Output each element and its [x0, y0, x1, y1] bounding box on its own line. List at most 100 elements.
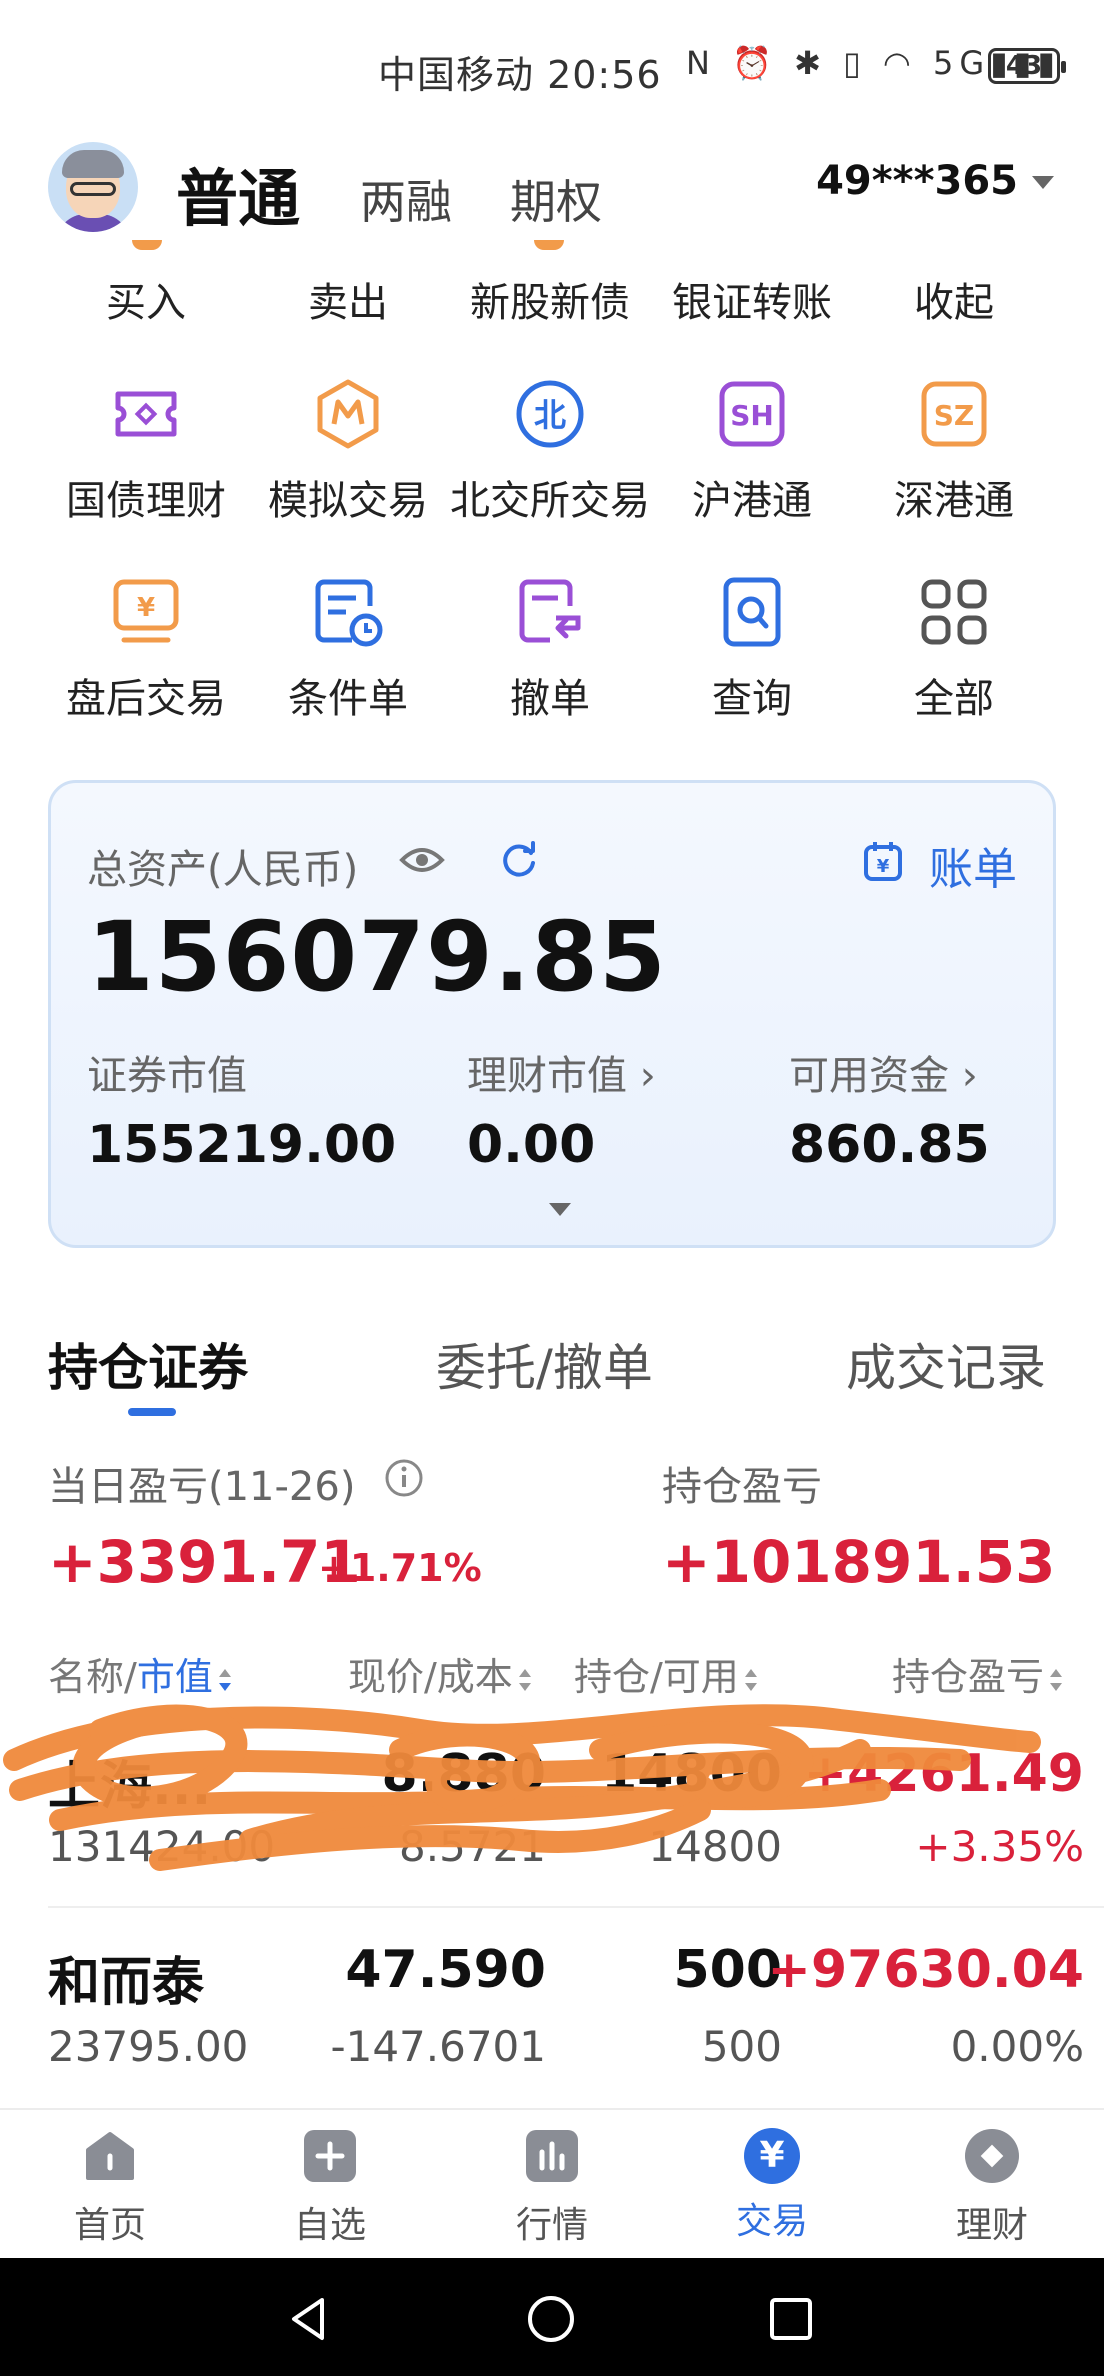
nav-trade-label: 交易	[735, 2201, 808, 2242]
row-available: 14800	[648, 1822, 782, 1871]
nav-watchlist[interactable]: 自选	[250, 2128, 410, 2248]
col-qty-available[interactable]: 持仓/可用	[574, 1646, 757, 1701]
svg-text:北: 北	[534, 396, 566, 434]
asset-card: 总资产(人民币) ¥ 账单 156079.85 证券市值 155219.00 理…	[48, 780, 1056, 1248]
yen-screen-icon: ¥	[113, 579, 179, 643]
wealth-value: 0.00	[467, 1115, 596, 1175]
col-price-cost[interactable]: 现价/成本	[348, 1646, 531, 1701]
nav-trade[interactable]: ¥ 交易	[692, 2128, 852, 2244]
holding-pnl-value: +101891.53	[662, 1528, 1056, 1596]
recents-icon[interactable]	[768, 2296, 814, 2342]
bill-link[interactable]: 账单	[929, 833, 1017, 897]
tab-trades[interactable]: 成交记录	[846, 1328, 1046, 1400]
refresh-icon[interactable]	[499, 839, 539, 879]
btn-bse-label: 北交所交易	[450, 478, 650, 524]
row-price: 47.590	[345, 1940, 546, 2000]
svg-text:SH: SH	[730, 399, 774, 432]
nav-home[interactable]: 首页	[30, 2128, 190, 2248]
nav-wealth[interactable]: 理财	[912, 2128, 1072, 2248]
row-qty: 500	[673, 1940, 782, 2000]
nav-market[interactable]: 行情	[472, 2128, 632, 2248]
svg-text:¥: ¥	[137, 593, 155, 623]
eye-icon[interactable]	[399, 843, 445, 877]
btn-sh-connect[interactable]: SH 沪港通	[652, 378, 852, 524]
btn-sz-connect[interactable]: SZ 深港通	[854, 378, 1054, 524]
btn-simulated-label: 模拟交易	[268, 478, 428, 524]
row-market-value: 131424.00	[48, 1822, 276, 1871]
expand-caret-icon[interactable]	[549, 1203, 571, 1216]
row-qty: 14800	[601, 1744, 782, 1804]
btn-all[interactable]: 全部	[854, 576, 1054, 722]
row-pnl: +4261.49	[803, 1744, 1084, 1804]
row-divider	[48, 1906, 1104, 1908]
total-asset-label: 总资产(人民币)	[87, 847, 359, 893]
bse-icon: 北	[516, 380, 584, 448]
daily-pnl-percent: +1.71%	[318, 1546, 482, 1590]
tab-holdings[interactable]: 持仓证券	[48, 1328, 248, 1400]
daily-pnl-value: +3391.71	[48, 1528, 361, 1596]
sort-icon	[1050, 1668, 1063, 1691]
avatar[interactable]	[48, 142, 138, 232]
row-pnl-percent: 0.00%	[950, 2022, 1084, 2071]
cash-available-label[interactable]: 可用资金 ›	[789, 1043, 978, 1101]
total-asset-value: 156079.85	[87, 901, 667, 1013]
bottom-nav: 首页 自选 行情 ¥ 交易 理财	[0, 2108, 1104, 2258]
back-icon[interactable]	[284, 2294, 334, 2344]
quick-ipo[interactable]: 新股新债	[450, 270, 650, 328]
col-holding-pnl[interactable]: 持仓盈亏	[892, 1646, 1063, 1701]
tab-indicator	[128, 1408, 176, 1416]
tab-normal[interactable]: 普通	[176, 148, 300, 238]
btn-simulated[interactable]: 模拟交易	[248, 378, 448, 524]
btn-after-hours-label: 盘后交易	[66, 676, 226, 722]
col-price-label: 现价/成本	[348, 1655, 513, 1699]
plus-square-icon	[304, 2130, 356, 2182]
wealth-value-label[interactable]: 理财市值 ›	[467, 1043, 656, 1101]
btn-after-hours[interactable]: ¥ 盘后交易	[46, 576, 246, 722]
btn-query[interactable]: 查询	[652, 576, 852, 722]
tab-options[interactable]: 期权	[510, 166, 602, 232]
cash-available-value: 860.85	[789, 1115, 990, 1175]
quick-transfer[interactable]: 银证转账	[652, 270, 852, 328]
btn-conditional[interactable]: 条件单	[248, 576, 448, 722]
quick-sell[interactable]: 卖出	[248, 270, 448, 328]
sort-icon	[218, 1668, 231, 1691]
btn-conditional-label: 条件单	[288, 676, 408, 722]
tab-orders[interactable]: 委托/撤单	[436, 1328, 653, 1400]
quick-sell-label: 卖出	[308, 280, 388, 326]
row-market-value: 23795.00	[48, 2022, 249, 2071]
home-circle-icon[interactable]	[526, 2294, 576, 2344]
quick-collapse[interactable]: 收起	[854, 270, 1054, 328]
quick-transfer-label: 银证转账	[672, 280, 832, 326]
m-hexagon-icon	[317, 379, 379, 449]
carrier-time: 中国移动 20:56	[378, 53, 662, 97]
btn-bse[interactable]: 北 北交所交易	[450, 378, 650, 524]
ipo-icon-peek	[534, 240, 564, 250]
btn-sh-connect-label: 沪港通	[692, 478, 812, 524]
calendar-yen-icon[interactable]: ¥	[863, 839, 903, 883]
search-document-icon	[723, 577, 781, 647]
col-name-label: 名称/	[48, 1655, 137, 1699]
tab-margin[interactable]: 两融	[360, 166, 452, 232]
status-bar: 中国移动 20:56 N ⏰ ✱ ▯ ◠ 5G▮▮▮ 43	[0, 0, 1104, 130]
sz-icon: SZ	[921, 381, 987, 447]
account-selector[interactable]: 49***365	[816, 158, 1018, 204]
col-name-marketvalue[interactable]: 名称/市值	[48, 1646, 231, 1701]
quick-ipo-label: 新股新债	[470, 280, 630, 326]
nav-market-label: 行情	[515, 2205, 588, 2246]
row-available: 500	[701, 2022, 782, 2071]
info-icon[interactable]	[384, 1458, 424, 1498]
col-qty-label: 持仓/可用	[574, 1655, 739, 1699]
col-marketvalue-label: 市值	[136, 1655, 213, 1699]
daily-pnl-label: 当日盈亏(11-26)	[48, 1464, 356, 1510]
quick-buy[interactable]: 买入	[46, 270, 246, 328]
battery-icon: 43	[988, 48, 1066, 84]
chevron-down-icon[interactable]	[1032, 176, 1054, 189]
quick-collapse-label: 收起	[914, 280, 994, 326]
svg-text:SZ: SZ	[934, 399, 974, 432]
btn-treasury[interactable]: 国债理财	[46, 378, 246, 524]
btn-query-label: 查询	[712, 676, 792, 722]
sh-icon: SH	[719, 381, 785, 447]
securities-value-label: 证券市值	[87, 1053, 247, 1099]
btn-cancel-order-label: 撤单	[510, 676, 590, 722]
btn-cancel-order[interactable]: 撤单	[450, 576, 650, 722]
